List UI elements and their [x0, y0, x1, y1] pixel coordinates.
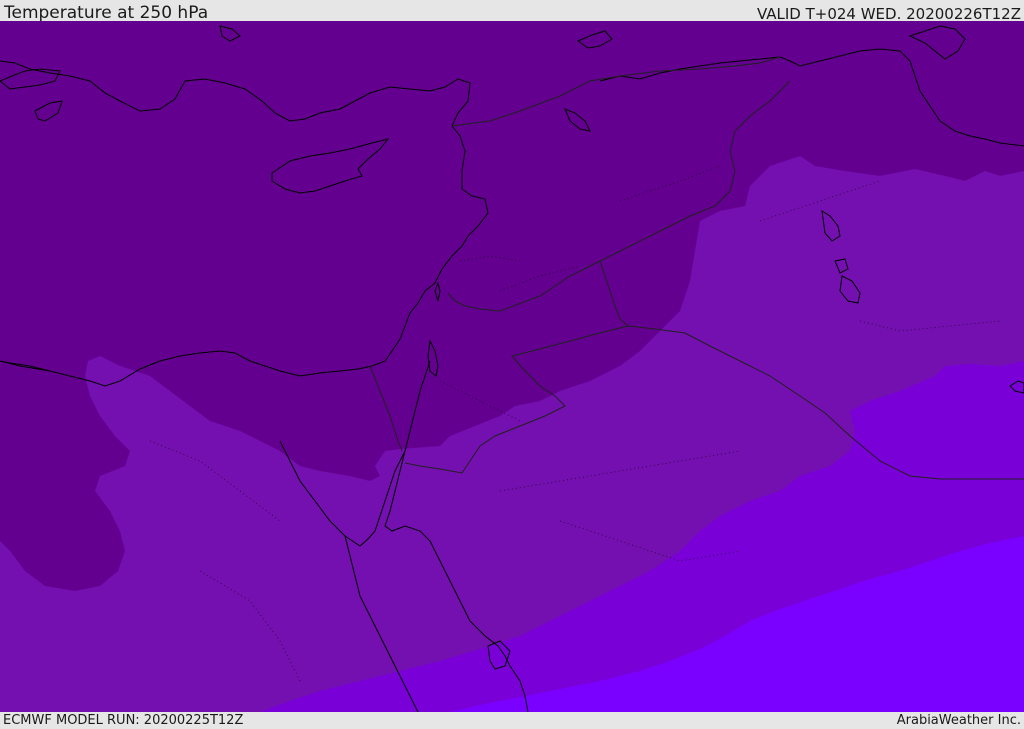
- model-run-label: ECMWF MODEL RUN: 20200225T12Z: [3, 713, 244, 728]
- map-page: Temperature at 250 hPa VALID T+024 WED. …: [0, 0, 1024, 729]
- footer-bar: ECMWF MODEL RUN: 20200225T12Z ArabiaWeat…: [0, 712, 1024, 729]
- weather-map: [0, 21, 1024, 712]
- header-bar: Temperature at 250 hPa VALID T+024 WED. …: [0, 0, 1024, 23]
- credit-label: ArabiaWeather Inc.: [896, 713, 1021, 728]
- map-canvas: [0, 21, 1024, 712]
